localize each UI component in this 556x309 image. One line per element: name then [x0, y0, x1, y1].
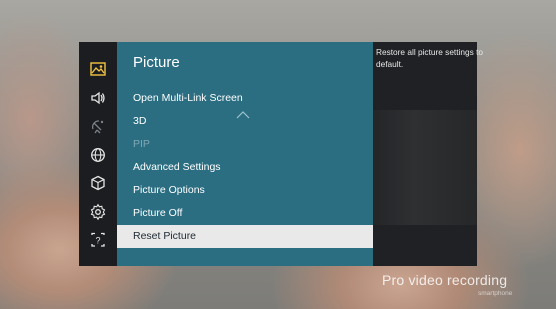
sound-icon [91, 91, 105, 105]
picture-icon [90, 62, 106, 76]
background-camera-shape [373, 110, 477, 225]
settings-gear-icon [90, 203, 106, 221]
picture-menu-panel: Picture Open Multi-Link Screen 3D PIP Advan… [117, 42, 373, 266]
watermark-subtitle: smartphone [478, 290, 513, 297]
sidebar-item-support[interactable]: ? [79, 227, 117, 253]
sidebar-item-system[interactable] [79, 170, 117, 196]
menu-item[interactable]: Open Multi-Link Screen [117, 87, 373, 110]
sidebar-item-picture[interactable] [79, 56, 117, 82]
menu-title: Picture [133, 54, 180, 71]
network-icon [91, 148, 105, 162]
menu-item[interactable]: 3D [117, 110, 373, 133]
broadcasting-icon [92, 120, 104, 134]
sidebar-item-network[interactable] [79, 142, 117, 168]
sidebar-item-broadcasting[interactable] [79, 113, 117, 139]
system-icon [91, 175, 105, 191]
menu-item[interactable]: Advanced Settings [117, 156, 373, 179]
svg-text:?: ? [95, 235, 100, 245]
help-description: Restore all picture settings to default. [376, 47, 483, 69]
settings-icon-rail: ? [79, 42, 117, 266]
watermark-title: Pro video recording [382, 272, 508, 288]
support-icon: ? [91, 232, 105, 247]
menu-item[interactable]: Reset Picture [117, 225, 373, 248]
sidebar-item-settings[interactable] [79, 199, 117, 225]
sidebar-item-sound[interactable] [79, 85, 117, 111]
menu-item[interactable]: Picture Off [117, 202, 373, 225]
menu-item: PIP [133, 138, 150, 150]
menu-item[interactable]: Picture Options [117, 179, 373, 202]
